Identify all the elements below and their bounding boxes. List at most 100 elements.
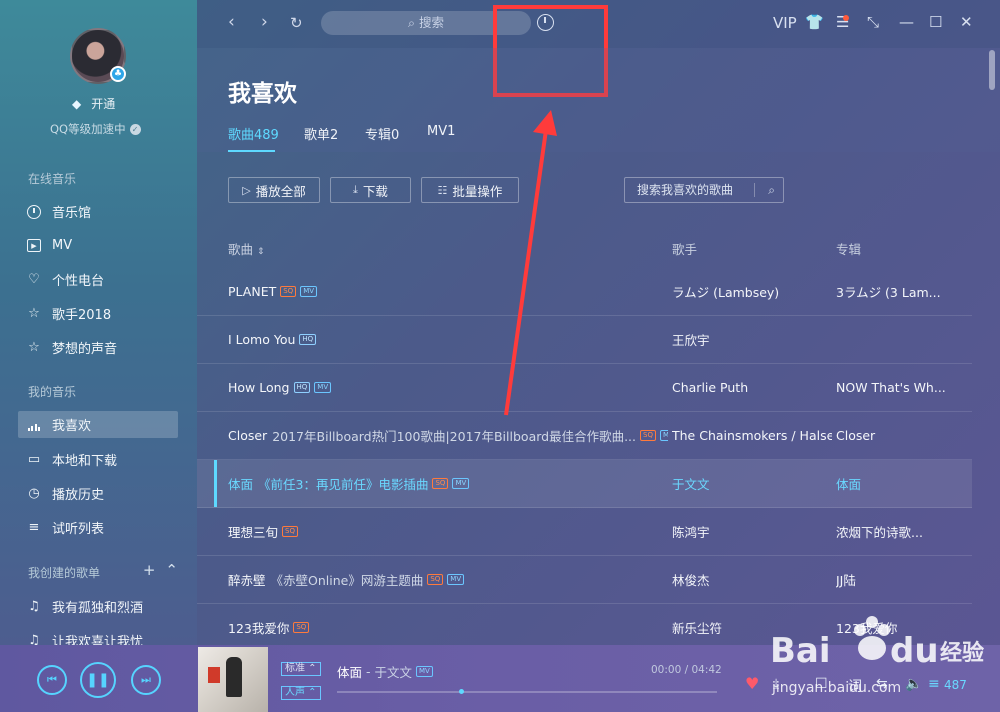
previous-track-button[interactable]: ⏮ [37,665,67,695]
table-row[interactable]: 体面 《前任3：再见前任》电影插曲 SQ MV 于文文 体面 [197,460,972,508]
mv-badge[interactable]: MV [659,430,668,441]
artist-cell[interactable]: The Chainsmokers / Halsey [672,412,832,459]
song-cell[interactable]: Closer 2017年Billboard热门100歌曲|2017年Billboa… [228,412,668,459]
search-separator [754,183,755,197]
minimize-icon[interactable]: — [899,13,914,31]
vip-link[interactable]: VIP [773,14,797,32]
next-track-button[interactable]: ⏭ [131,665,161,695]
sidebar-item-favorites[interactable]: 我喜欢 [18,411,178,438]
song-cell[interactable]: I Lomo You HQ [228,316,668,363]
sound-effect-selector[interactable]: 人声 ⌃ [281,686,321,700]
now-playing-song[interactable]: 体面 [337,662,362,681]
song-title[interactable]: Closer [228,428,267,443]
download-button[interactable]: ⤓ 下载 [330,177,411,203]
page-title: 我喜欢 [228,81,297,107]
mv-badge[interactable]: MV [447,574,465,585]
sidebar-item-label: 我喜欢 [52,419,92,434]
sidebar-item-dream-voice[interactable]: ☆ 梦想的声音 [18,334,178,361]
song-title[interactable]: 123我爱你 [228,618,289,637]
song-cell[interactable]: PLANET SQ MV [228,268,668,315]
sidebar-item-local-download[interactable]: ▭ 本地和下载 [18,446,178,473]
star-icon: ☆ [28,306,40,321]
mv-badge[interactable]: MV [314,382,332,393]
artist-cell[interactable]: 王欣宇 [672,316,832,363]
artist-cell[interactable]: Charlie Puth [672,364,832,411]
song-cell[interactable]: 醉赤壁 《赤壁Online》网游主题曲 SQ MV [228,556,668,603]
table-row[interactable]: PLANET SQ MV ラムジ (Lambsey) 3ラムジ (3 Lam... [197,268,972,316]
now-playing-artist[interactable]: 于文文 [374,662,412,681]
song-title[interactable]: How Long [228,380,290,395]
back-arrow-icon[interactable]: ‹ [228,12,235,32]
tab-playlists[interactable]: 歌单2 [304,124,338,143]
album-cell[interactable]: 3ラムジ (3 Lam... [836,268,966,315]
sidebar-item-music-hall[interactable]: 音乐馆 [18,198,178,225]
album-cell[interactable]: 浓烟下的诗歌... [836,508,966,555]
song-title[interactable]: 理想三旬 [228,522,278,541]
table-row[interactable]: 醉赤壁 《赤壁Online》网游主题曲 SQ MV 林俊杰 JJ陆 [197,556,972,604]
song-cell[interactable]: 体面 《前任3：再见前任》电影插曲 SQ MV [228,460,668,507]
sidebar-playlist-1[interactable]: ♫ 我有孤独和烈酒 [18,593,178,620]
album-cell[interactable]: Closer [836,412,966,459]
column-header-album: 专辑 [836,242,862,257]
table-row[interactable]: How Long HQ MV Charlie Puth NOW That's Wh... [197,364,972,412]
tab-albums[interactable]: 专辑0 [365,124,399,143]
song-cell[interactable]: 123我爱你 SQ [228,604,668,651]
song-title[interactable]: 醉赤壁 [228,570,266,589]
table-row[interactable]: 理想三旬 SQ 陈鸿宇 浓烟下的诗歌... [197,508,972,556]
vip-row[interactable]: ◆ 开通 [72,95,115,112]
skin-shirt-icon[interactable]: 👕 [805,13,824,31]
close-icon[interactable]: ✕ [960,13,973,31]
album-cell[interactable]: JJ陆 [836,556,966,603]
album-cell[interactable] [836,316,966,363]
pause-button[interactable]: ❚❚ [80,662,116,698]
mv-badge[interactable]: MV [300,286,318,297]
add-playlist-icon[interactable]: + [143,561,156,581]
mv-badge[interactable]: MV [416,666,433,677]
sidebar-item-trial-list[interactable]: ≡ 试听列表 [18,514,178,541]
mini-mode-icon[interactable]: ⤡ [867,13,879,31]
sidebar-item-history[interactable]: ◷ 播放历史 [18,480,178,507]
tab-mv[interactable]: MV1 [427,124,455,139]
song-cell[interactable]: How Long HQ MV [228,364,668,411]
sidebar-item-mv[interactable]: ▶ MV [18,232,178,259]
notification-dot [843,15,849,21]
favorites-search-input[interactable]: 搜索我喜欢的歌曲 ⌕ [624,177,784,203]
forward-arrow-icon[interactable]: › [261,12,268,32]
song-title[interactable]: PLANET [228,284,276,299]
column-header-song[interactable]: 歌曲 ⇕ [228,239,265,258]
sort-icon[interactable]: ⇕ [257,247,265,257]
progress-bar[interactable] [337,689,717,694]
artist-cell[interactable]: 陈鸿宇 [672,508,832,555]
table-row[interactable]: Closer 2017年Billboard热门100歌曲|2017年Billboa… [197,412,972,460]
maximize-icon[interactable]: ☐ [929,13,942,31]
scrollbar[interactable] [989,50,995,90]
batch-operate-button[interactable]: ☷ 批量操作 [421,177,519,203]
vip-open-label[interactable]: 开通 [91,95,115,112]
album-cell[interactable]: 体面 [836,460,966,507]
like-heart-icon[interactable]: ♥ [745,674,759,693]
song-title[interactable]: 体面 [228,474,253,493]
play-icon: ▷ [242,183,251,197]
quality-selector[interactable]: 标准 ⌃ [281,662,321,676]
mv-badge[interactable]: MV [452,478,470,489]
artist-cell[interactable]: 于文文 [672,460,832,507]
play-all-button[interactable]: ▷ 播放全部 [228,177,320,203]
album-cover[interactable] [198,647,268,712]
artist-cell[interactable]: 林俊杰 [672,556,832,603]
progress-knob[interactable] [458,689,464,694]
artist-cell[interactable]: ラムジ (Lambsey) [672,268,832,315]
search-icon[interactable]: ⌕ [768,178,775,202]
sq-badge: SQ [432,478,449,489]
table-row[interactable]: I Lomo You HQ 王欣宇 [197,316,972,364]
song-title[interactable]: I Lomo You [228,332,295,347]
qq-level-label: QQ等级加速中 [50,122,126,136]
album-cell[interactable]: NOW That's Wh... [836,364,966,411]
collapse-icon[interactable]: ⌃ [165,561,178,581]
sidebar-item-label: 试听列表 [52,522,105,537]
tab-songs[interactable]: 歌曲489 [228,124,279,143]
sidebar-item-singer-2018[interactable]: ☆ 歌手2018 [18,300,178,327]
created-playlists-header: 我创建的歌单 + ⌃ [28,561,178,581]
song-cell[interactable]: 理想三旬 SQ [228,508,668,555]
refresh-icon[interactable]: ↻ [290,14,303,32]
sidebar-item-radio[interactable]: ♡ 个性电台 [18,266,178,293]
